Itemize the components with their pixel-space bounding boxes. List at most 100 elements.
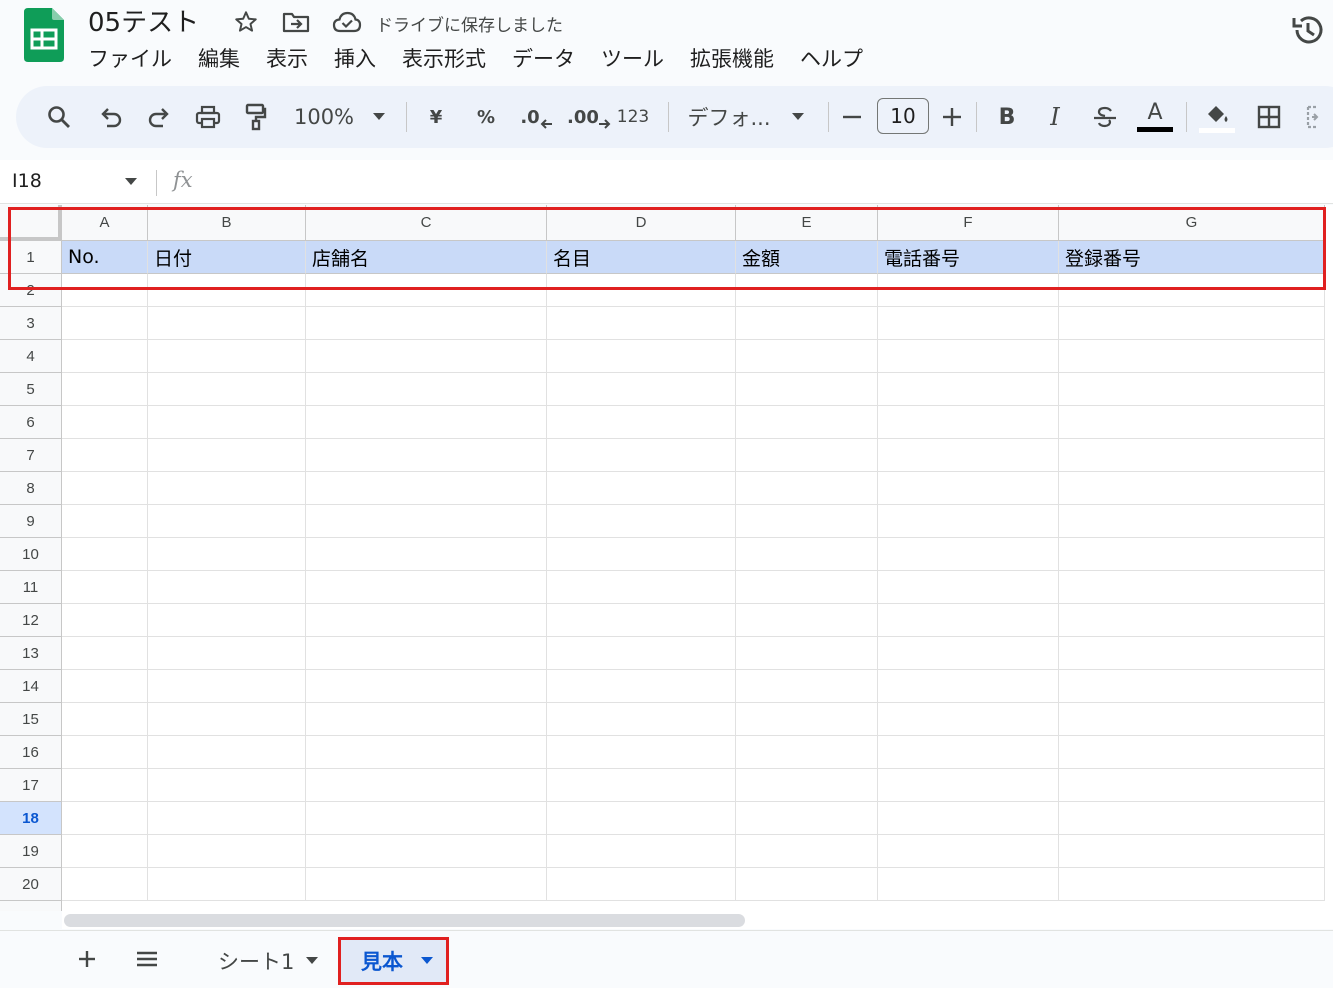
cell-e8[interactable]: [736, 472, 878, 505]
font-size-input[interactable]: 10: [877, 98, 929, 134]
cell-g12[interactable]: [1059, 604, 1325, 637]
row-header-3[interactable]: 3: [0, 307, 62, 340]
cell-d8[interactable]: [547, 472, 736, 505]
cell-e7[interactable]: [736, 439, 878, 472]
cloud-saved-icon[interactable]: [331, 8, 363, 36]
cell-c4[interactable]: [306, 340, 547, 373]
cell-a17[interactable]: [62, 769, 148, 802]
cell-b19[interactable]: [148, 835, 306, 868]
cell-f18[interactable]: [878, 802, 1059, 835]
sheet-tab-dropdown-icon[interactable]: [306, 957, 319, 965]
cell-b8[interactable]: [148, 472, 306, 505]
cell-f5[interactable]: [878, 373, 1059, 406]
cell-e18[interactable]: [736, 802, 878, 835]
sheet-tab-dropdown-icon[interactable]: [421, 957, 433, 965]
row-header-10[interactable]: 10: [0, 538, 62, 571]
cell-d20[interactable]: [547, 868, 736, 901]
cell-g3[interactable]: [1059, 307, 1325, 340]
cell-d16[interactable]: [547, 736, 736, 769]
cell-g8[interactable]: [1059, 472, 1325, 505]
add-sheet-icon[interactable]: [72, 944, 102, 974]
cell-a3[interactable]: [62, 307, 148, 340]
cell-b9[interactable]: [148, 505, 306, 538]
print-icon[interactable]: [187, 86, 229, 148]
cell-g13[interactable]: [1059, 637, 1325, 670]
decrease-decimal-button[interactable]: .0: [516, 86, 556, 148]
cell-a19[interactable]: [62, 835, 148, 868]
cell-e20[interactable]: [736, 868, 878, 901]
cell-b16[interactable]: [148, 736, 306, 769]
zoom-value[interactable]: 100%: [292, 86, 356, 148]
cell-c19[interactable]: [306, 835, 547, 868]
cell-e17[interactable]: [736, 769, 878, 802]
menu-view[interactable]: 表示: [253, 44, 321, 74]
borders-icon[interactable]: [1252, 86, 1286, 148]
font-dropdown-icon[interactable]: [788, 86, 808, 148]
cell-g5[interactable]: [1059, 373, 1325, 406]
cell-f4[interactable]: [878, 340, 1059, 373]
cell-e6[interactable]: [736, 406, 878, 439]
row-header-15[interactable]: 15: [0, 703, 62, 736]
star-icon[interactable]: [232, 8, 260, 36]
row-header-6[interactable]: 6: [0, 406, 62, 439]
redo-icon[interactable]: [138, 86, 180, 148]
cell-d9[interactable]: [547, 505, 736, 538]
document-title[interactable]: 05テスト: [88, 2, 199, 39]
cell-d18[interactable]: [547, 802, 736, 835]
cell-d6[interactable]: [547, 406, 736, 439]
cell-d12[interactable]: [547, 604, 736, 637]
cell-b7[interactable]: [148, 439, 306, 472]
cell-e13[interactable]: [736, 637, 878, 670]
cell-a15[interactable]: [62, 703, 148, 736]
cell-e12[interactable]: [736, 604, 878, 637]
zoom-dropdown-icon[interactable]: [368, 86, 390, 148]
cell-d17[interactable]: [547, 769, 736, 802]
cell-f17[interactable]: [878, 769, 1059, 802]
cell-b15[interactable]: [148, 703, 306, 736]
cell-f13[interactable]: [878, 637, 1059, 670]
cell-f12[interactable]: [878, 604, 1059, 637]
cell-b17[interactable]: [148, 769, 306, 802]
cell-g6[interactable]: [1059, 406, 1325, 439]
cell-d5[interactable]: [547, 373, 736, 406]
cell-b14[interactable]: [148, 670, 306, 703]
number-format-button[interactable]: 123: [616, 86, 650, 148]
menu-format[interactable]: 表示形式: [389, 44, 499, 74]
cell-g7[interactable]: [1059, 439, 1325, 472]
cell-f3[interactable]: [878, 307, 1059, 340]
cell-c12[interactable]: [306, 604, 547, 637]
cell-c14[interactable]: [306, 670, 547, 703]
cell-a12[interactable]: [62, 604, 148, 637]
cell-e9[interactable]: [736, 505, 878, 538]
row-header-17[interactable]: 17: [0, 769, 62, 802]
bold-button[interactable]: B: [992, 86, 1022, 148]
cell-d14[interactable]: [547, 670, 736, 703]
cell-e19[interactable]: [736, 835, 878, 868]
cell-d15[interactable]: [547, 703, 736, 736]
font-family-select[interactable]: デフォ...: [686, 86, 772, 148]
cell-a16[interactable]: [62, 736, 148, 769]
cell-d13[interactable]: [547, 637, 736, 670]
cell-c7[interactable]: [306, 439, 547, 472]
cell-b3[interactable]: [148, 307, 306, 340]
cell-f14[interactable]: [878, 670, 1059, 703]
cell-c15[interactable]: [306, 703, 547, 736]
cell-a6[interactable]: [62, 406, 148, 439]
cell-a13[interactable]: [62, 637, 148, 670]
cell-a9[interactable]: [62, 505, 148, 538]
cell-g18[interactable]: [1059, 802, 1325, 835]
row-header-7[interactable]: 7: [0, 439, 62, 472]
cell-d11[interactable]: [547, 571, 736, 604]
cell-a7[interactable]: [62, 439, 148, 472]
cell-d19[interactable]: [547, 835, 736, 868]
merge-cells-icon[interactable]: [1304, 86, 1333, 148]
cell-c3[interactable]: [306, 307, 547, 340]
row-header-20[interactable]: 20: [0, 868, 62, 901]
cell-c13[interactable]: [306, 637, 547, 670]
cell-a4[interactable]: [62, 340, 148, 373]
cell-f16[interactable]: [878, 736, 1059, 769]
menu-insert[interactable]: 挿入: [321, 44, 389, 74]
all-sheets-menu-icon[interactable]: [132, 944, 162, 974]
percent-format-button[interactable]: %: [470, 86, 502, 148]
cell-c5[interactable]: [306, 373, 547, 406]
